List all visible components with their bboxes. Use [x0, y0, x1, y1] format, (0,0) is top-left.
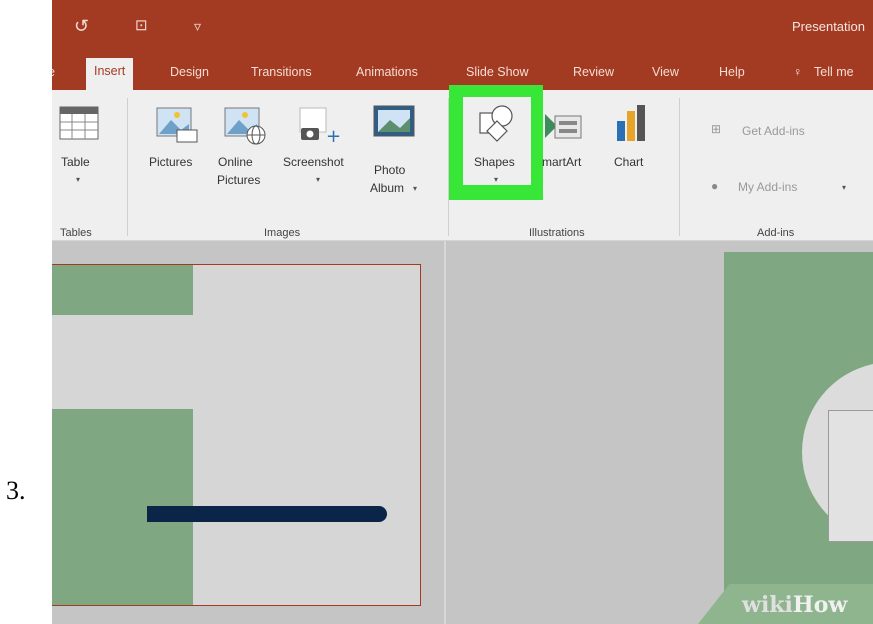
shapes-dropdown-caret[interactable]: ▾ — [494, 175, 498, 184]
svg-text:+: + — [326, 126, 341, 146]
tab-review[interactable]: Review — [573, 62, 614, 90]
shapes-button[interactable]: Shapes — [474, 155, 515, 170]
tab-tell-me[interactable]: Tell me — [814, 62, 854, 90]
tab-design[interactable]: Design — [170, 62, 209, 90]
online-pictures-line2[interactable]: Pictures — [217, 173, 260, 188]
table-icon[interactable] — [59, 106, 99, 140]
tab-transitions[interactable]: Transitions — [251, 62, 312, 90]
smartart-icon[interactable] — [543, 110, 585, 142]
photo-album-dropdown-caret[interactable]: ▾ — [413, 184, 417, 193]
shapes-icon[interactable] — [477, 103, 517, 145]
group-separator — [679, 98, 680, 236]
wikihow-watermark: wikiHow — [742, 592, 847, 618]
photo-album-icon[interactable] — [372, 104, 416, 138]
my-add-ins-button[interactable]: My Add-ins — [738, 180, 797, 195]
group-label-illustrations: Illustrations — [529, 227, 585, 239]
slide-canvas[interactable] — [52, 264, 421, 606]
online-pictures-line1[interactable]: Online — [218, 155, 253, 170]
table-button[interactable]: Table — [61, 155, 90, 170]
powerpoint-window: ↺ ⊡ ▿ Presentation e Insert Design Trans… — [52, 0, 873, 624]
group-label-addins: Add-ins — [757, 227, 795, 239]
screenshot-icon[interactable]: + — [298, 106, 342, 146]
slide-preview[interactable] — [724, 252, 873, 624]
slide-green-rectangle-top[interactable] — [52, 265, 193, 315]
tab-view[interactable]: View — [652, 62, 679, 90]
group-label-images: Images — [264, 227, 301, 239]
watermark-how: How — [792, 592, 848, 618]
start-from-beginning-icon[interactable]: ⊡ — [135, 14, 148, 38]
online-pictures-icon[interactable] — [223, 106, 267, 146]
slide-navy-bar-shape[interactable] — [147, 506, 387, 522]
redo-icon[interactable]: ↺ — [74, 14, 89, 38]
screenshot-button[interactable]: Screenshot — [283, 155, 344, 170]
pictures-icon[interactable] — [155, 106, 199, 144]
tab-insert[interactable]: Insert — [86, 58, 134, 90]
get-add-ins-button[interactable]: Get Add-ins — [742, 124, 805, 139]
chart-icon[interactable] — [614, 103, 650, 143]
tab-help[interactable]: Help — [719, 62, 745, 90]
window-title: Presentation — [792, 19, 865, 34]
tab-animations[interactable]: Animations — [356, 62, 418, 90]
screenshot-dropdown-caret[interactable]: ▾ — [316, 175, 320, 184]
photo-album-line1[interactable]: Photo — [374, 163, 405, 178]
pictures-button[interactable]: Pictures — [149, 155, 192, 170]
table-dropdown-caret[interactable]: ▾ — [76, 175, 80, 184]
my-add-ins-icon[interactable]: ● — [711, 179, 718, 194]
preview-rectangle-shape — [828, 410, 873, 542]
watermark-wiki: wiki — [742, 592, 793, 618]
chart-button[interactable]: Chart — [614, 155, 643, 170]
step-number: 3. — [6, 476, 26, 505]
pane-divider[interactable] — [444, 241, 446, 624]
title-bar — [52, 0, 873, 52]
smartart-button[interactable]: martArt — [542, 155, 581, 170]
tell-me-search-icon[interactable]: ♀ — [793, 62, 802, 90]
customize-toolbar-icon[interactable]: ▿ — [194, 14, 201, 38]
store-icon[interactable]: ⊞ — [711, 122, 721, 137]
group-label-tables: Tables — [60, 227, 92, 239]
tab-home-partial[interactable]: e — [52, 62, 55, 90]
my-add-ins-dropdown-caret[interactable]: ▾ — [842, 183, 846, 192]
group-separator — [127, 98, 128, 236]
photo-album-line2[interactable]: Album — [370, 181, 404, 196]
